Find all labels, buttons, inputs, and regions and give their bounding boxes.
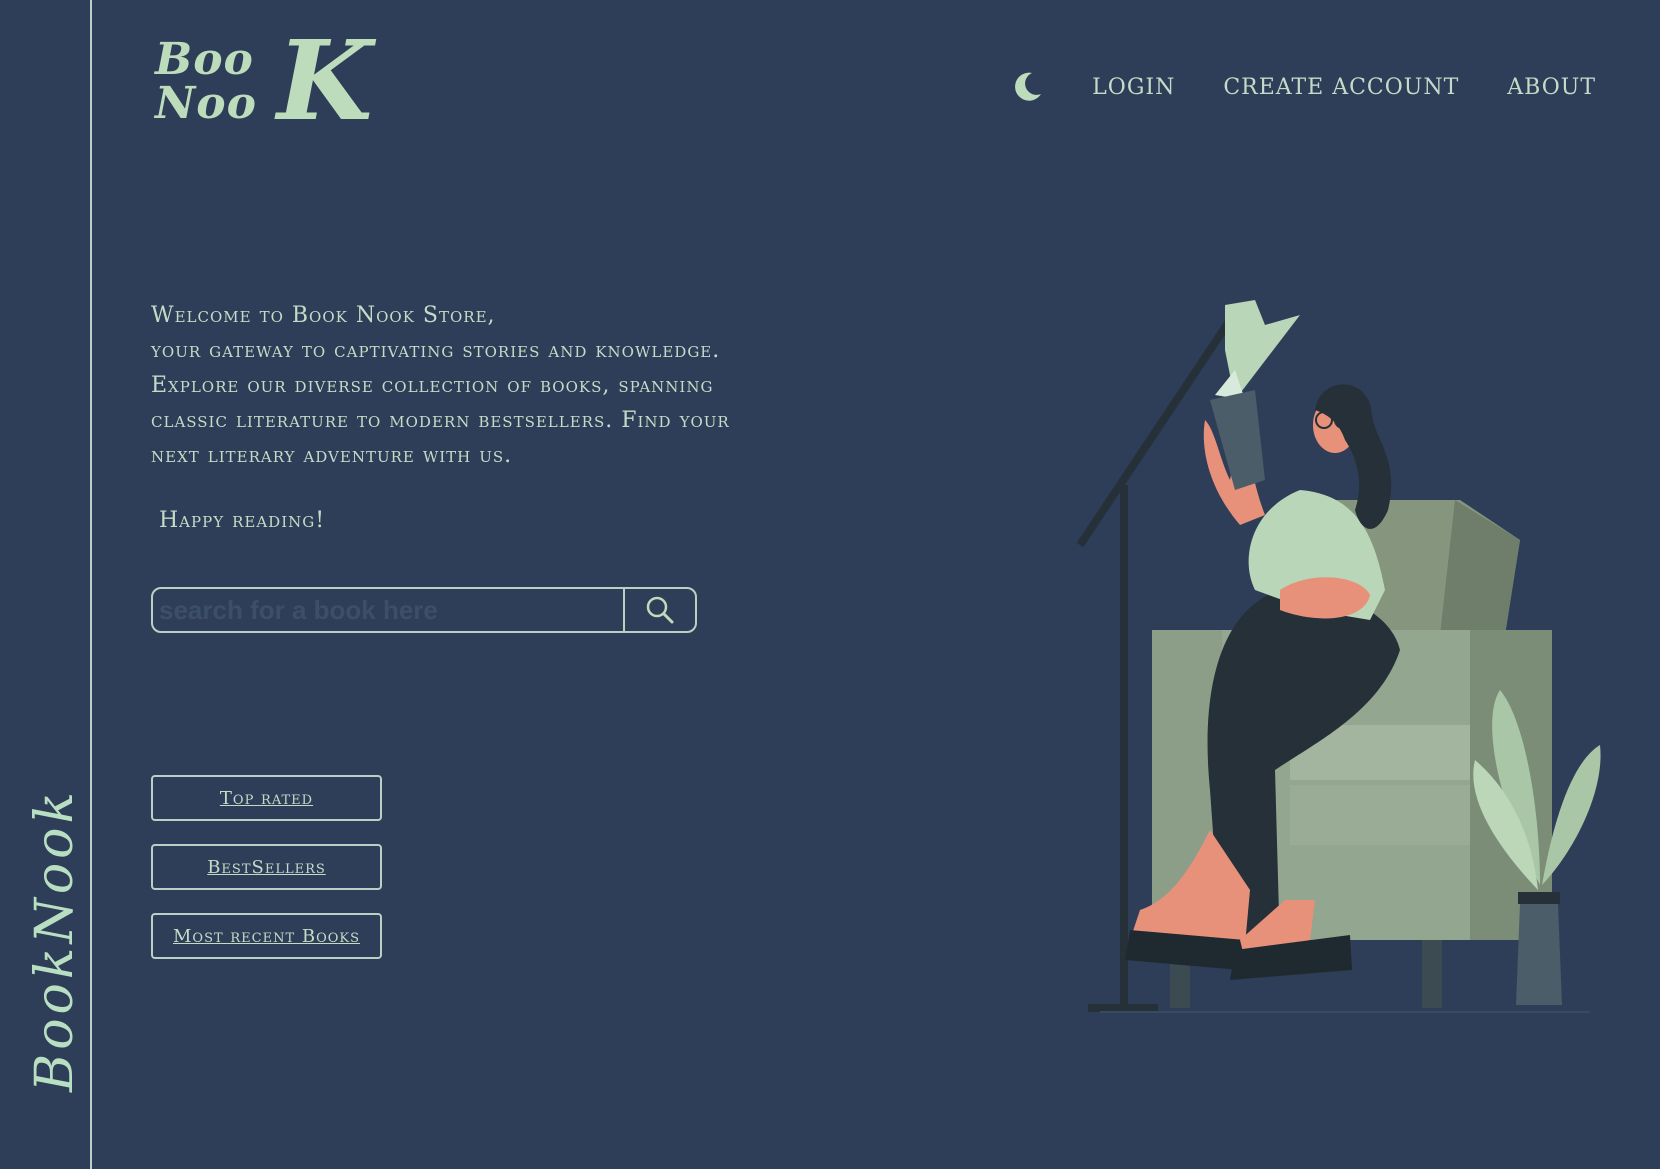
side-brand-text: BookNook <box>25 788 85 1092</box>
top-nav: LOGIN CREATE ACCOUNT ABOUT <box>1010 70 1596 104</box>
search-button[interactable] <box>623 589 695 631</box>
logo-line1: Boo <box>155 34 254 85</box>
search-input[interactable] <box>153 589 623 631</box>
happy-reading-text: Happy reading! <box>159 508 326 533</box>
search-icon <box>646 596 674 624</box>
about-link[interactable]: ABOUT <box>1507 75 1596 100</box>
top-rated-button[interactable]: Top rated <box>151 775 382 821</box>
most-recent-books-button[interactable]: Most recent Books <box>151 913 382 959</box>
logo[interactable]: Boo Noo K <box>155 26 375 142</box>
moon-icon[interactable] <box>1010 70 1044 104</box>
logo-big-letter: K <box>277 16 373 145</box>
intro-text: Welcome to Book Nook Store, your gateway… <box>151 303 730 468</box>
login-link[interactable]: LOGIN <box>1092 75 1175 100</box>
create-account-link[interactable]: CREATE ACCOUNT <box>1223 75 1459 100</box>
reading-woman-illustration <box>1076 300 1601 1013</box>
bestsellers-button[interactable]: BestSellers <box>151 844 382 890</box>
search-bar <box>151 587 697 633</box>
logo-line2: Noo <box>155 78 257 129</box>
